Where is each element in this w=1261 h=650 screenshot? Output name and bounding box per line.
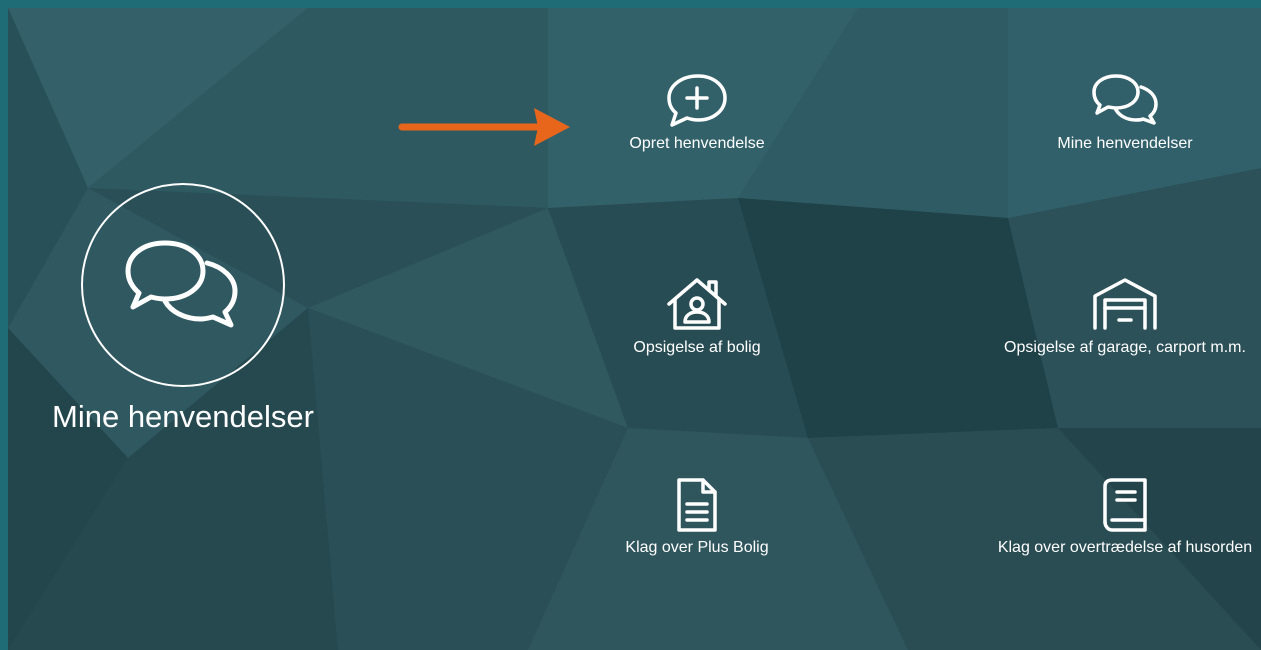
chat-bubbles-icon [985,72,1261,132]
garage-icon [985,276,1261,336]
chat-plus-icon [557,72,837,132]
tile-label: Opsigelse af garage, carport m.m. [1004,339,1246,356]
page-frame: Mine henvendelser Opret henvendelse Mine… [8,8,1261,650]
tile-mine-henvendelser[interactable]: Mine henvendelser [985,72,1261,154]
tile-label: Klag over overtrædelse af husorden [997,539,1253,556]
hero-circle [81,183,285,387]
tile-opret-henvendelse[interactable]: Opret henvendelse [557,72,837,154]
document-icon [557,476,837,536]
tile-klag-over-husorden[interactable]: Klag over overtrædelse af husorden [985,476,1261,558]
tile-label: Opret henvendelse [629,135,765,152]
orange-arrow-right-icon [398,106,570,155]
tile-label: Klag over Plus Bolig [625,539,769,556]
tile-label: Opsigelse af bolig [633,339,761,356]
hero-title: Mine henvendelser [52,399,314,434]
tile-opsigelse-af-bolig[interactable]: Opsigelse af bolig [557,276,837,358]
tile-klag-over-plus-bolig[interactable]: Klag over Plus Bolig [557,476,837,558]
tile-label: Mine henvendelser [1057,135,1193,152]
book-icon [985,476,1261,536]
house-person-icon [557,276,837,336]
tile-opsigelse-af-garage[interactable]: Opsigelse af garage, carport m.m. [985,276,1261,358]
